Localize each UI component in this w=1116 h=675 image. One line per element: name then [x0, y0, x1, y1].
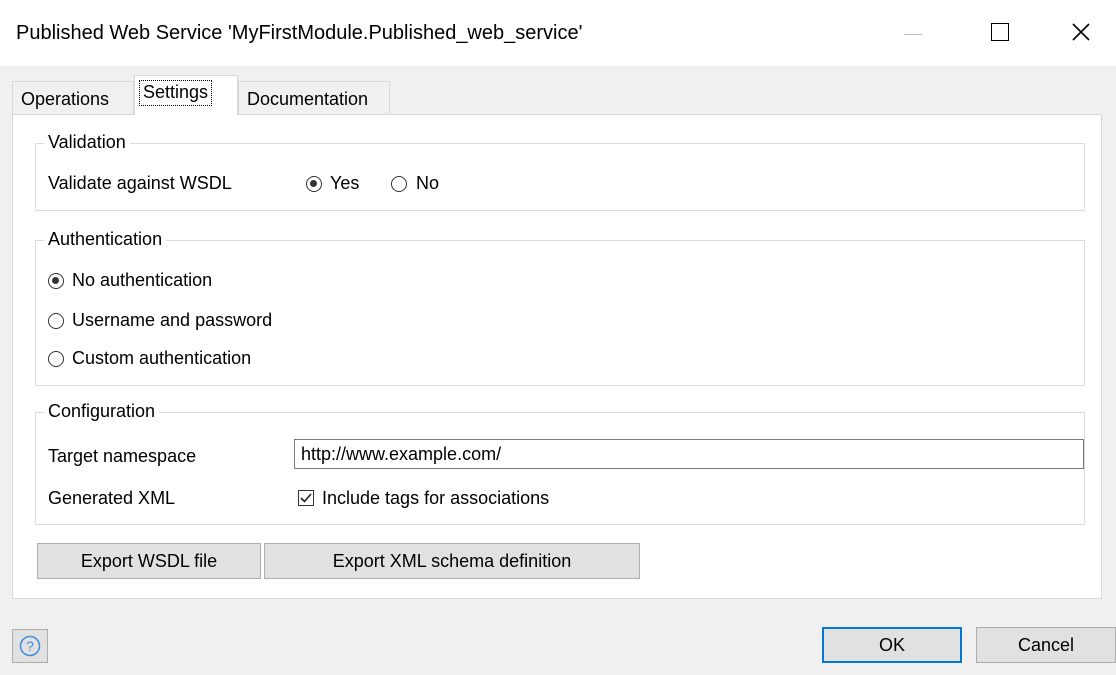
close-icon[interactable] [1046, 0, 1116, 66]
tab-operations-label: Operations [21, 89, 110, 109]
authentication-group: Authentication No authentication Usernam… [35, 229, 1085, 386]
username-password-radio[interactable] [48, 313, 64, 329]
checkmark-icon [300, 493, 312, 503]
tab-operations[interactable]: Operations [12, 81, 134, 114]
svg-text:?: ? [26, 638, 34, 654]
validate-against-wsdl-label: Validate against WSDL [48, 173, 232, 193]
validation-group: Validation Validate against WSDL Yes No [35, 132, 1085, 211]
tab-settings[interactable]: Settings [134, 75, 238, 115]
no-authentication-label[interactable]: No authentication [72, 270, 212, 291]
tab-documentation[interactable]: Documentation [238, 81, 390, 114]
validate-yes-radio[interactable] [306, 176, 322, 192]
export-xml-schema-button[interactable]: Export XML schema definition [264, 543, 640, 579]
maximize-icon[interactable] [964, 0, 1034, 66]
ok-button[interactable]: OK [822, 627, 962, 663]
help-button[interactable]: ? [12, 629, 48, 663]
include-tags-checkbox[interactable] [298, 490, 314, 506]
custom-authentication-radio[interactable] [48, 351, 64, 367]
no-authentication-radio[interactable] [48, 273, 64, 289]
validate-no-radio[interactable] [391, 176, 407, 192]
title-bar: Published Web Service 'MyFirstModule.Pub… [0, 0, 1116, 66]
validation-legend: Validation [44, 132, 130, 153]
tab-settings-label: Settings [139, 80, 213, 106]
validate-yes-label[interactable]: Yes [330, 173, 359, 194]
minimize-icon[interactable] [876, 0, 946, 66]
export-wsdl-button[interactable]: Export WSDL file [37, 543, 261, 579]
username-password-label[interactable]: Username and password [72, 310, 272, 331]
configuration-group: Configuration Target namespace Generated… [35, 401, 1085, 525]
window-title: Published Web Service 'MyFirstModule.Pub… [16, 22, 583, 44]
custom-authentication-label[interactable]: Custom authentication [72, 348, 251, 369]
help-icon: ? [19, 635, 41, 657]
validate-no-label[interactable]: No [416, 173, 439, 194]
authentication-legend: Authentication [44, 229, 167, 250]
include-tags-label[interactable]: Include tags for associations [322, 488, 549, 509]
configuration-legend: Configuration [44, 401, 160, 422]
target-namespace-label: Target namespace [48, 446, 197, 466]
cancel-button[interactable]: Cancel [976, 627, 1116, 663]
settings-panel: Validation Validate against WSDL Yes No … [12, 114, 1102, 599]
target-namespace-input[interactable] [294, 439, 1084, 469]
tab-documentation-label: Documentation [247, 89, 369, 109]
generated-xml-label: Generated XML [48, 488, 176, 508]
